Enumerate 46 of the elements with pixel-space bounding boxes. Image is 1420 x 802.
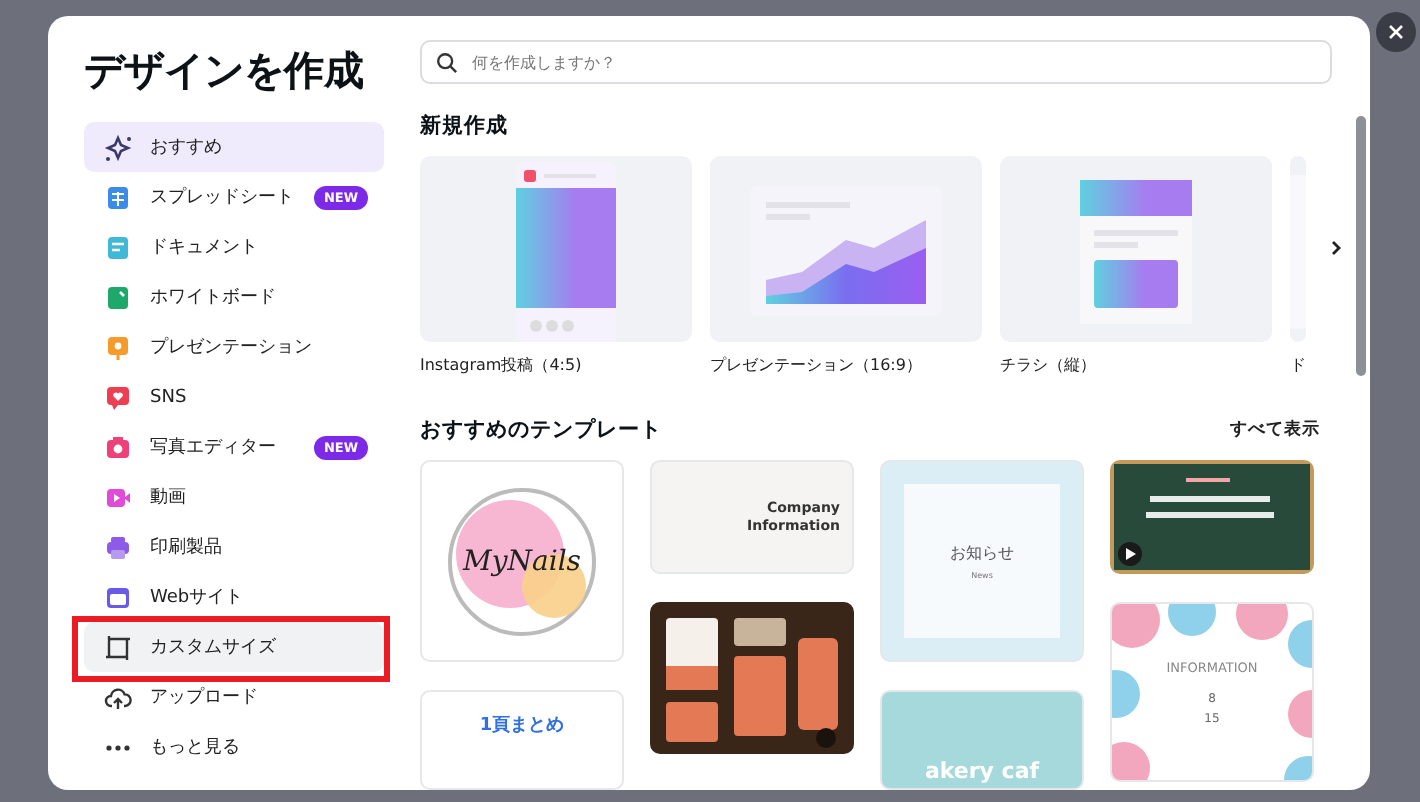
template-title: 1頁まとめ bbox=[479, 713, 565, 738]
close-icon bbox=[1388, 24, 1404, 40]
template-title: akery caf bbox=[924, 758, 1040, 784]
see-all-link[interactable]: すべて表示 bbox=[1230, 418, 1320, 442]
sidebar-item[interactable]: もっと見る bbox=[84, 722, 384, 772]
sidebar-item[interactable]: アップロード bbox=[84, 672, 384, 722]
sidebar-item[interactable]: おすすめ bbox=[84, 122, 384, 172]
search-field[interactable]: 何を作成しますか？ bbox=[420, 40, 1332, 84]
search-icon bbox=[436, 52, 458, 74]
whiteboard-icon bbox=[104, 283, 132, 311]
camera-icon bbox=[104, 433, 132, 461]
presentation-icon bbox=[104, 333, 132, 361]
sidebar-item[interactable]: 印刷製品 bbox=[84, 522, 384, 572]
dialog-title: デザインを作成 bbox=[84, 44, 366, 98]
document-icon bbox=[104, 233, 132, 261]
spreadsheet-icon bbox=[104, 183, 132, 211]
sidebar-item[interactable]: 動画 bbox=[84, 472, 384, 522]
sidebar-item[interactable]: ドキュメント bbox=[84, 222, 384, 272]
sidebar-item[interactable]: プレゼンテーション bbox=[84, 322, 384, 372]
sidebar-item[interactable]: カスタムサイズ bbox=[84, 622, 384, 672]
card-label: ド bbox=[1290, 354, 1306, 376]
video-icon bbox=[104, 483, 132, 511]
resize-icon bbox=[104, 633, 132, 661]
website-icon bbox=[104, 583, 132, 611]
section-title: おすすめのテンプレート bbox=[420, 416, 662, 444]
close-button[interactable] bbox=[1376, 12, 1416, 52]
design-type-card[interactable] bbox=[1000, 156, 1272, 342]
upload-icon bbox=[104, 683, 132, 711]
sparkle-icon bbox=[104, 133, 132, 161]
design-type-card[interactable] bbox=[420, 156, 692, 342]
card-label: Instagram投稿（4:5) bbox=[420, 354, 584, 376]
scrollbar[interactable] bbox=[1356, 116, 1366, 376]
sidebar-item[interactable]: Webサイト bbox=[84, 572, 384, 622]
chevron-icon bbox=[1328, 240, 1344, 256]
template-card[interactable]: 1頁まとめ bbox=[420, 690, 624, 790]
card-label: プレゼンテーション（16:9） bbox=[710, 354, 924, 376]
template-title: お知らせ bbox=[950, 542, 1014, 564]
card-label: チラシ（縦） bbox=[1000, 354, 1098, 376]
logo-text: MyNails bbox=[463, 545, 581, 577]
sidebar-item[interactable]: ホワイトボード bbox=[84, 272, 384, 322]
printer-icon bbox=[104, 533, 132, 561]
sidebar-item[interactable]: SNS bbox=[84, 372, 384, 422]
section-title: 新規作成 bbox=[420, 112, 510, 140]
heart-icon bbox=[104, 383, 132, 411]
template-card[interactable]: MyNails bbox=[420, 460, 624, 662]
design-type-card[interactable] bbox=[710, 156, 982, 342]
